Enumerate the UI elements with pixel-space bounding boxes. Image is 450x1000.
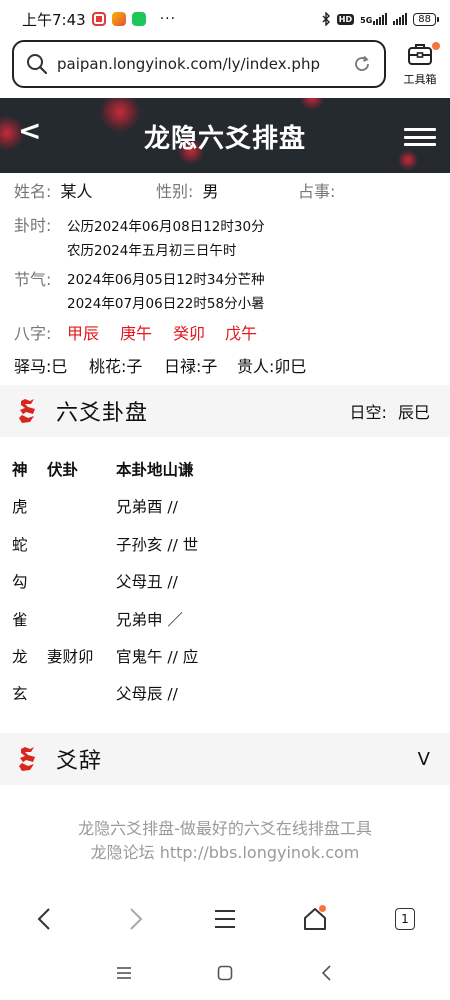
table-cell-shen: 勾 — [12, 573, 28, 591]
yaoci-section-header[interactable]: 爻辞 V — [0, 733, 450, 785]
signal-icon-2 — [393, 13, 408, 25]
footer-forum-link[interactable]: 龙隐论坛 http://bbs.longyinok.com — [0, 839, 450, 863]
column-header-fu: 伏卦 — [47, 461, 79, 479]
ri-kong-value: 辰巳 — [397, 403, 430, 422]
table-cell-ben: 官鬼午 // 应 — [116, 648, 199, 666]
matter-row: 占事: — [298, 178, 335, 202]
term-current: 2024年06月05日12时34分芒种 — [67, 272, 265, 288]
time-lunar: 农历2024年五月初三日午时 — [67, 243, 237, 259]
recent-apps-button[interactable] — [112, 962, 136, 984]
browser-bottom-nav: 1 — [0, 893, 450, 945]
gua-section-header: 六爻卦盘 日空: 辰巳 — [0, 385, 450, 437]
column-header-shen: 神 — [12, 461, 28, 479]
signal-icon — [373, 13, 388, 25]
network-type-label: 5G — [360, 16, 373, 25]
toolbox-button[interactable]: 工具箱 — [398, 42, 442, 87]
shensha-rilu: 日禄:子 — [164, 357, 218, 376]
iqiyi-app-icon — [131, 12, 146, 26]
table-cell-shen: 虎 — [12, 498, 28, 516]
expand-toggle[interactable]: V — [418, 749, 430, 770]
footer-slogan: 龙隐六爻排盘-做最好的六爻在线排盘工具 — [78, 819, 372, 838]
name-label: 姓名: — [14, 182, 52, 201]
term-label-row: 节气: — [14, 266, 51, 290]
bazi-label: 八字: — [14, 324, 52, 343]
gender-row: 性别: 男 — [156, 178, 219, 202]
dragon-logo-icon — [19, 747, 35, 771]
toolbox-label: 工具箱 — [403, 73, 437, 86]
header-decoration — [300, 98, 324, 110]
bluetooth-icon — [322, 12, 330, 26]
table-cell-ben: 子孙亥 // 世 — [116, 536, 199, 554]
site-header: < 龙隐六爻排盘 — [0, 98, 450, 173]
menu-nav-button[interactable] — [205, 901, 245, 937]
video-app-icon — [111, 12, 126, 26]
table-cell-ben: 兄弟申 ／ — [116, 611, 183, 629]
shensha-guiren: 贵人:卯巳 — [237, 357, 307, 376]
table-cell-ben: 父母丑 // — [116, 573, 178, 591]
square-home-icon — [217, 965, 233, 981]
dragon-logo-icon — [19, 399, 35, 423]
toolbox-notification-dot — [432, 42, 440, 50]
yaoci-section-title: 爻辞 — [56, 749, 103, 774]
page-title: 龙隐六爻排盘 — [143, 124, 306, 154]
home-system-button[interactable] — [213, 962, 237, 984]
bazi-hour: 戊午 — [225, 324, 258, 343]
home-nav-button[interactable] — [295, 901, 335, 937]
table-cell-shen: 雀 — [12, 611, 28, 629]
column-header-ben: 本卦地山谦 — [116, 461, 194, 479]
name-value: 某人 — [60, 182, 93, 201]
battery-icon: 88 — [413, 12, 439, 26]
tab-count: 1 — [395, 908, 415, 930]
matter-label: 占事: — [298, 182, 336, 201]
term-next: 2024年07月06日22时58分小暑 — [67, 296, 265, 312]
hamburger-icon — [215, 910, 235, 928]
table-cell-shen: 龙 — [12, 648, 28, 666]
chevron-right-icon — [130, 908, 143, 930]
back-triangle-icon — [321, 965, 331, 981]
shensha-taohua: 桃花:子 — [89, 357, 143, 376]
table-cell-fu: 妻财卯 — [47, 648, 94, 666]
system-nav-bar — [0, 950, 450, 996]
time-label-row: 卦时: — [14, 212, 51, 236]
gender-label: 性别: — [156, 182, 194, 201]
ri-kong-label: 日空: — [349, 403, 387, 422]
name-row: 姓名: 某人 — [14, 178, 93, 202]
more-notifications-icon: ··· — [159, 11, 177, 27]
gender-value: 男 — [202, 182, 219, 201]
status-time: 上午7:43 — [22, 10, 86, 29]
home-notification-dot — [319, 905, 326, 912]
time-label: 卦时: — [14, 216, 52, 235]
hd-icon: HD — [336, 13, 355, 25]
chevron-left-icon — [37, 908, 50, 930]
table-cell-ben: 父母辰 // — [116, 685, 178, 703]
browser-toolbar: paipan.longyinok.com/ly/index.php 工具箱 — [0, 38, 450, 94]
bazi-year: 甲辰 — [67, 324, 100, 343]
recent-apps-icon — [117, 967, 131, 979]
toolbox-icon — [408, 44, 432, 65]
forward-nav-button[interactable] — [116, 901, 156, 937]
table-cell-shen: 蛇 — [12, 536, 28, 554]
term-label: 节气: — [14, 270, 52, 289]
bazi-month: 庚午 — [120, 324, 153, 343]
bazi-row: 八字: — [14, 320, 51, 344]
menu-icon[interactable] — [404, 128, 436, 146]
table-cell-shen: 玄 — [12, 685, 28, 703]
time-solar: 公历2024年06月08日12时30分 — [67, 219, 265, 235]
status-bar: 上午7:43 ··· HD 5G 88 — [0, 0, 450, 38]
weibo-app-icon — [91, 12, 106, 26]
shensha-yima: 驿马:巳 — [14, 357, 68, 376]
reload-icon[interactable] — [352, 54, 372, 74]
gua-section-title: 六爻卦盘 — [56, 401, 149, 426]
address-bar[interactable]: paipan.longyinok.com/ly/index.php — [12, 40, 386, 88]
url-text: paipan.longyinok.com/ly/index.php — [57, 55, 320, 73]
back-system-button[interactable] — [314, 962, 338, 984]
search-icon — [27, 54, 48, 75]
ri-kong: 日空: 辰巳 — [349, 399, 430, 423]
bazi-day: 癸卯 — [173, 324, 206, 343]
back-nav-button[interactable] — [24, 901, 64, 937]
tabs-nav-button[interactable]: 1 — [385, 901, 425, 937]
table-cell-ben: 兄弟酉 // — [116, 498, 178, 516]
